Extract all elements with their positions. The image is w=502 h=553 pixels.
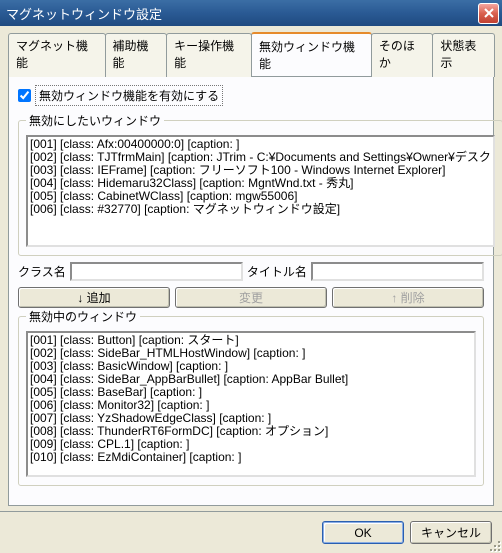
- group-target-windows: 無効にしたいウィンドウ [001] [class: Afx:00400000:0…: [18, 112, 502, 256]
- input-row: クラス名 タイトル名: [18, 262, 484, 281]
- tab-status[interactable]: 状態表示: [432, 33, 495, 77]
- resize-grip[interactable]: [486, 537, 500, 551]
- target-windows-list[interactable]: [001] [class: Afx:00400000:0] [caption: …: [26, 135, 495, 247]
- tab-assist[interactable]: 補助機能: [105, 33, 168, 77]
- title-label: タイトル名: [247, 263, 307, 280]
- button-row: ↓ 追加 変更 ↑ 削除: [18, 287, 484, 308]
- enable-row: 無効ウィンドウ機能を有効にする: [18, 85, 484, 106]
- titlebar: マグネットウィンドウ設定: [0, 0, 502, 26]
- disabled-windows-list[interactable]: [001] [class: Button] [caption: スタート] [0…: [26, 331, 476, 477]
- ok-button[interactable]: OK: [322, 521, 404, 544]
- tab-key[interactable]: キー操作機能: [166, 33, 252, 77]
- tab-other[interactable]: そのほか: [371, 33, 434, 77]
- enable-checkbox[interactable]: [18, 89, 31, 102]
- tab-magnet[interactable]: マグネット機能: [8, 33, 106, 77]
- add-button[interactable]: ↓ 追加: [18, 287, 170, 308]
- tab-panel: 無効ウィンドウ機能を有効にする 無効にしたいウィンドウ [001] [class…: [8, 76, 494, 506]
- content-area: マグネット機能 補助機能 キー操作機能 無効ウィンドウ機能 そのほか 状態表示 …: [0, 26, 502, 514]
- window-title: マグネットウィンドウ設定: [6, 4, 478, 23]
- tab-strip: マグネット機能 補助機能 キー操作機能 無効ウィンドウ機能 そのほか 状態表示: [8, 32, 494, 76]
- group-target-legend: 無効にしたいウィンドウ: [26, 112, 164, 129]
- tab-invalid-window[interactable]: 無効ウィンドウ機能: [251, 32, 372, 76]
- group-disabled-windows: 無効中のウィンドウ [001] [class: Button] [caption…: [18, 308, 484, 486]
- close-icon: [484, 8, 494, 18]
- change-button[interactable]: 変更: [175, 287, 327, 308]
- class-label: クラス名: [18, 263, 66, 280]
- bottom-bar: OK キャンセル: [0, 511, 502, 553]
- cancel-button[interactable]: キャンセル: [410, 521, 492, 544]
- delete-button[interactable]: ↑ 削除: [332, 287, 484, 308]
- enable-label[interactable]: 無効ウィンドウ機能を有効にする: [35, 85, 223, 106]
- title-input[interactable]: [311, 262, 484, 281]
- class-input[interactable]: [70, 262, 243, 281]
- list-item[interactable]: [006] [class: #32770] [caption: マグネットウィン…: [30, 203, 491, 216]
- list-item[interactable]: [010] [class: EzMdiContainer] [caption: …: [30, 451, 472, 464]
- group-disabled-legend: 無効中のウィンドウ: [26, 308, 140, 325]
- close-button[interactable]: [478, 3, 499, 24]
